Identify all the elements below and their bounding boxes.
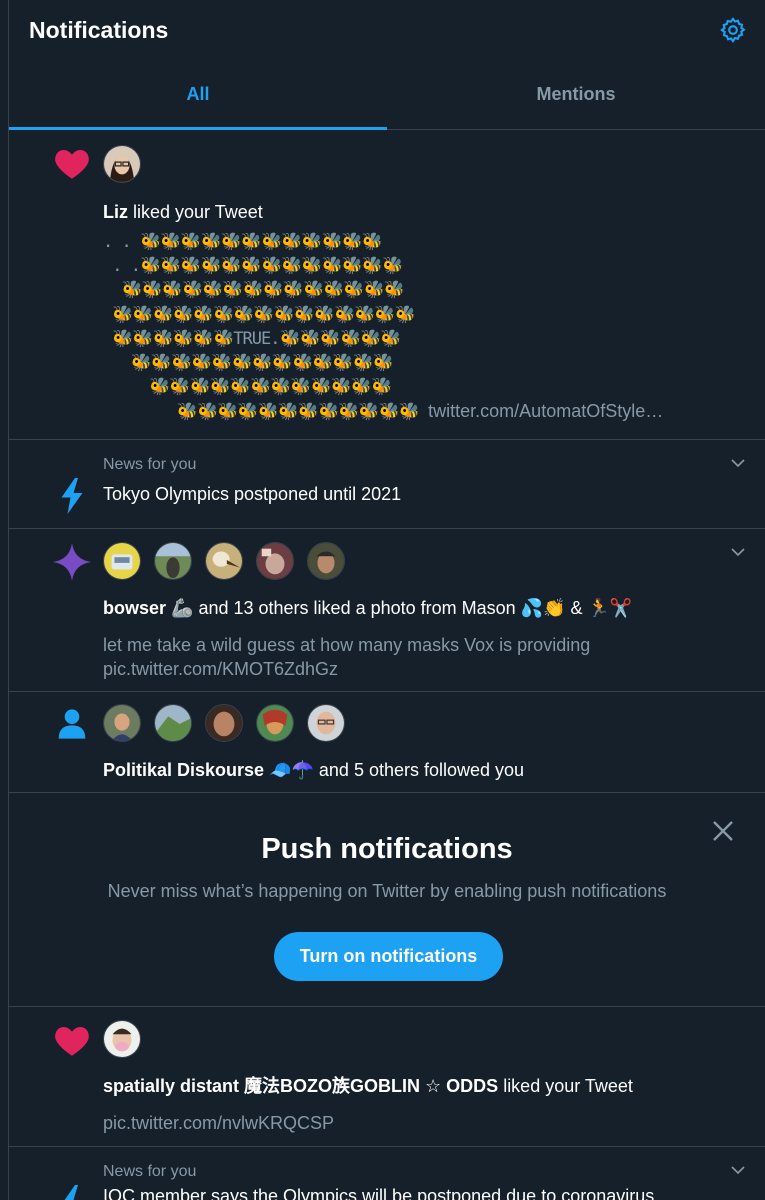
user-emoji: 🧢☂️ [269, 760, 314, 780]
avatar[interactable] [307, 542, 345, 580]
avatar[interactable] [205, 542, 243, 580]
push-description: Never miss what’s happening on Twitter b… [107, 881, 667, 901]
page-title: Notifications [29, 16, 169, 43]
person-icon [58, 709, 86, 739]
user-name[interactable]: Politikal Diskourse [103, 760, 264, 780]
bolt-icon [64, 1185, 83, 1200]
chevron-down-icon[interactable] [729, 543, 747, 561]
avatar[interactable] [154, 542, 192, 580]
sparkle-icon [53, 543, 91, 581]
notifications-panel: Notifications All Mentions Liz liked you… [8, 0, 765, 1200]
tab-bar: All Mentions [9, 60, 765, 130]
tweet-link[interactable]: pic.twitter.com/KMOT6ZdhGz [103, 657, 741, 681]
heart-icon [55, 1026, 89, 1056]
avatar[interactable] [103, 704, 141, 742]
chevron-down-icon[interactable] [729, 454, 747, 472]
user-name[interactable]: bowser [103, 598, 166, 618]
action-text: liked your Tweet [128, 202, 263, 222]
notification-follows[interactable]: Politikal Diskourse 🧢☂️ and 5 others fol… [9, 692, 765, 793]
user-name[interactable]: Liz [103, 202, 128, 222]
notification-text: spatially distant 魔法BOZO族GOBLIN ☆ ODDS l… [103, 1074, 741, 1098]
notification-like-goblin[interactable]: spatially distant 魔法BOZO族GOBLIN ☆ ODDS l… [9, 1007, 765, 1147]
avatar[interactable] [103, 1020, 141, 1058]
notification-text: Liz liked your Tweet [103, 200, 741, 224]
tweet-link[interactable]: pic.twitter.com/nvlwKRQCSP [103, 1111, 741, 1135]
user-name[interactable]: spatially distant 魔法BOZO族GOBLIN ☆ ODDS [103, 1076, 498, 1096]
news-label: News for you [103, 456, 197, 473]
bolt-icon [61, 478, 83, 514]
notification-news-tokyo[interactable]: News for you Tokyo Olympics postponed un… [9, 440, 765, 529]
notification-text: Politikal Diskourse 🧢☂️ and 5 others fol… [103, 758, 741, 782]
tweet-text[interactable]: let me take a wild guess at how many mas… [103, 633, 741, 657]
tab-all[interactable]: All [9, 60, 387, 130]
gear-icon[interactable] [719, 16, 747, 44]
avatar[interactable] [103, 542, 141, 580]
avatar[interactable] [205, 704, 243, 742]
notification-like-liz[interactable]: Liz liked your Tweet . . 🐝🐝🐝🐝🐝🐝🐝🐝🐝🐝🐝🐝 . … [9, 130, 765, 440]
news-label: News for you [103, 1163, 197, 1180]
notification-likes-bowser[interactable]: bowser 🦾 and 13 others liked a photo fro… [9, 529, 765, 692]
turn-on-notifications-button[interactable]: Turn on notifications [274, 932, 503, 981]
tweet-link[interactable]: twitter.com/AutomatOfStyle… [428, 401, 663, 421]
tab-mentions[interactable]: Mentions [387, 60, 765, 129]
name-emoji: 💦👏 & 🏃✂️ [520, 598, 633, 618]
ascii-art-word: TRUE. [233, 328, 280, 349]
action-text: and 5 others followed you [313, 760, 525, 780]
push-notifications-prompt: Push notifications Never miss what’s hap… [9, 793, 765, 1007]
heart-icon [55, 149, 89, 179]
avatar[interactable] [256, 542, 294, 580]
notification-news-ioc[interactable]: News for you IOC member says the Olympic… [9, 1147, 765, 1200]
header: Notifications [9, 0, 765, 60]
avatar-row [103, 529, 741, 580]
chevron-down-icon[interactable] [729, 1161, 747, 1179]
action-text: and 13 others liked a photo from Mason [193, 598, 521, 618]
avatar-row [103, 692, 741, 742]
news-headline[interactable]: Tokyo Olympics postponed until 2021 [103, 482, 741, 506]
push-title: Push notifications [261, 833, 513, 865]
avatar[interactable] [307, 704, 345, 742]
tweet-ascii-art: . . 🐝🐝🐝🐝🐝🐝🐝🐝🐝🐝🐝🐝 . .🐝🐝🐝🐝🐝🐝🐝🐝🐝🐝🐝🐝🐝 🐝🐝🐝🐝🐝🐝… [103, 232, 664, 423]
news-headline[interactable]: IOC member says the Olympics will be pos… [103, 1184, 741, 1200]
notification-text: bowser 🦾 and 13 others liked a photo fro… [103, 596, 741, 620]
action-text: liked your Tweet [498, 1076, 633, 1096]
avatar[interactable] [154, 704, 192, 742]
user-emoji: 🦾 [171, 598, 194, 618]
avatar[interactable] [103, 145, 141, 183]
avatar[interactable] [256, 704, 294, 742]
